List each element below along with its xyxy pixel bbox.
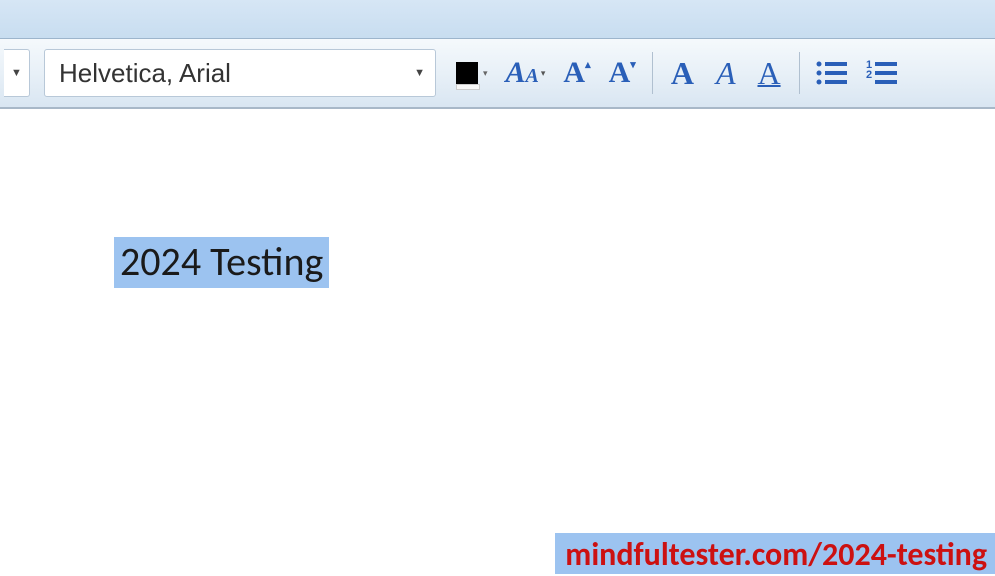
italic-button[interactable]: A <box>706 51 746 95</box>
numbered-list-button[interactable]: 1 2 <box>858 51 906 95</box>
watermark-link: mindfultester.com/2024-testing <box>555 533 995 574</box>
bold-icon: A <box>671 55 694 92</box>
separator <box>799 52 800 94</box>
increase-font-button[interactable]: A▴ <box>555 51 598 95</box>
bullet-list-button[interactable] <box>808 51 856 95</box>
bullet-list-icon <box>814 58 850 88</box>
document-canvas[interactable]: 2024 Testing mindfultester.com/2024-test… <box>0 109 995 576</box>
increase-font-icon: A▴ <box>563 56 590 90</box>
font-family-selector[interactable]: Helvetica, Arial ▼ <box>44 49 436 97</box>
chevron-down-icon[interactable]: ▾ <box>483 68 488 79</box>
chevron-down-icon: ▾ <box>541 68 546 79</box>
numbered-list-icon: 1 2 <box>864 58 900 88</box>
selected-text[interactable]: 2024 Testing <box>114 237 329 288</box>
decrease-font-button[interactable]: A▾ <box>601 51 644 95</box>
chevron-down-icon: ▼ <box>11 67 22 79</box>
bold-button[interactable]: A <box>661 51 704 95</box>
font-name-display: Helvetica, Arial <box>59 58 231 89</box>
formatting-toolbar: ▼ Helvetica, Arial ▼ ▾ AA ▾ A▴ A▾ A A A <box>0 39 995 109</box>
separator <box>652 52 653 94</box>
underline-icon: A <box>757 55 780 92</box>
partial-dropdown[interactable]: ▼ <box>4 49 30 97</box>
chevron-down-icon: ▼ <box>414 67 425 79</box>
ribbon-header <box>0 0 995 39</box>
decrease-font-icon: A▾ <box>609 56 636 90</box>
svg-text:2: 2 <box>866 69 872 81</box>
font-color-swatch[interactable] <box>456 62 478 84</box>
text-highlight-button[interactable]: AA ▾ <box>498 51 554 95</box>
underline-button[interactable]: A <box>747 51 790 95</box>
italic-icon: A <box>716 55 736 92</box>
highlight-icon: AA <box>506 56 539 90</box>
